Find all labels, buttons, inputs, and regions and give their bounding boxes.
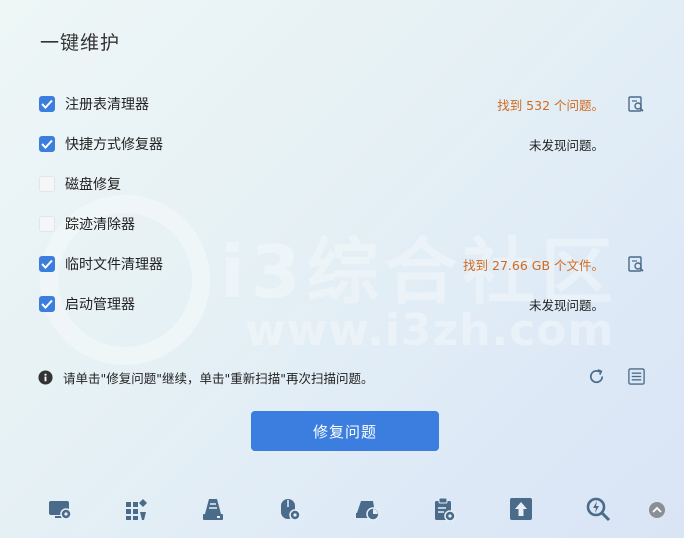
item-status: 找到 27.66 GB 个文件。 [463, 257, 604, 273]
detail-report-icon[interactable] [627, 255, 645, 273]
checkbox-temp-files[interactable] [39, 256, 55, 272]
search-scan-icon[interactable] [585, 496, 611, 522]
checkbox-trace[interactable] [39, 216, 55, 232]
detail-report-icon[interactable] [627, 95, 645, 113]
item-status: 找到 532 个问题。 [497, 97, 604, 113]
maintenance-item-disk-repair: 磁盘修复 [0, 164, 684, 204]
upload-icon[interactable] [508, 496, 534, 522]
disk-cleanup-icon[interactable] [200, 496, 226, 522]
apps-icon[interactable] [123, 496, 149, 522]
page-title: 一键维护 [40, 32, 121, 54]
clipboard-settings-icon[interactable] [431, 496, 457, 522]
item-label: 启动管理器 [65, 297, 135, 313]
info-icon [38, 369, 53, 385]
maintenance-item-trace: 踪迹清除器 [0, 204, 684, 244]
disk-usage-icon[interactable] [354, 496, 380, 522]
collapse-icon[interactable] [649, 502, 665, 518]
item-label: 磁盘修复 [65, 177, 121, 193]
mouse-settings-icon[interactable] [277, 496, 303, 522]
maintenance-item-temp-files: 临时文件清理器 找到 27.66 GB 个文件。 [0, 244, 684, 284]
maintenance-item-registry: 注册表清理器 找到 532 个问题。 [0, 84, 684, 124]
maintenance-item-shortcut: 快捷方式修复器 未发现问题。 [0, 124, 684, 164]
rescan-icon[interactable] [587, 367, 606, 386]
item-status: 未发现问题。 [528, 297, 604, 313]
item-label: 注册表清理器 [65, 97, 149, 113]
fix-issues-button[interactable]: 修复问题 [251, 411, 439, 451]
checkbox-disk-repair[interactable] [39, 176, 55, 192]
report-list-icon[interactable] [627, 367, 646, 386]
item-label: 临时文件清理器 [65, 257, 163, 273]
checkbox-shortcut[interactable] [39, 136, 55, 152]
maintenance-item-startup: 启动管理器 未发现问题。 [0, 284, 684, 324]
checkbox-registry[interactable] [39, 96, 55, 112]
checkbox-startup[interactable] [39, 296, 55, 312]
info-bar: 请单击"修复问题"继续，单击"重新扫描"再次扫描问题。 [38, 366, 658, 388]
item-label: 快捷方式修复器 [65, 137, 163, 153]
system-info-icon[interactable] [47, 496, 73, 522]
info-text: 请单击"修复问题"继续，单击"重新扫描"再次扫描问题。 [63, 370, 374, 386]
bottom-toolbar [0, 490, 684, 530]
item-status: 未发现问题。 [528, 137, 604, 153]
item-label: 踪迹清除器 [65, 217, 135, 233]
